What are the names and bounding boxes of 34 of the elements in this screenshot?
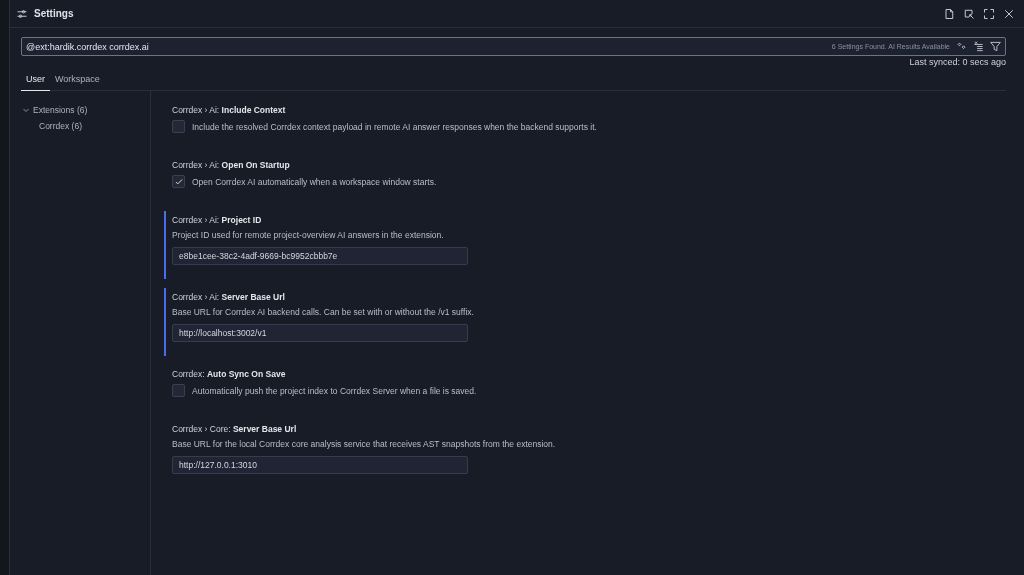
text-field[interactable]: http://localhost:3002/v1 [172, 324, 468, 342]
last-synced-text: Last synced: 0 secs ago [909, 57, 1006, 67]
clear-filter-icon[interactable] [973, 41, 984, 52]
checkmark-icon [173, 176, 184, 187]
text-field[interactable]: e8be1cee-38c2-4adf-9669-bc9952cbbb7e [172, 247, 468, 265]
setting-title: Corrdex › Ai: Project ID [172, 215, 263, 225]
search-input[interactable]: @ext:hardik.corrdex corrdex.ai [26, 41, 826, 52]
document-icon[interactable] [943, 7, 955, 20]
filter-icon[interactable] [990, 41, 1001, 52]
settings-icon [16, 7, 28, 20]
checkbox[interactable] [172, 384, 185, 397]
setting-description: Project ID used for remote project-overview AI answers in the extension. [172, 230, 445, 240]
checkbox[interactable] [172, 120, 185, 133]
setting-description: Automatically push the project index to Corrdex Server when a file is saved. [192, 385, 477, 396]
setting-description: Include the resolved Corrdex context payload in remote AI answer responses when the backend supports it. [192, 121, 597, 132]
settings-tab[interactable]: User [21, 74, 50, 91]
setting-title: Corrdex › Ai: Open On Startup [172, 160, 291, 170]
setting-title: Corrdex › Ai: Server Base Url [172, 292, 286, 302]
setting-description: Base URL for Corrdex AI backend calls. Can be set with or without the /v1 suffix. [172, 307, 474, 317]
fullscreen-icon[interactable] [983, 7, 995, 20]
setting-title: Corrdex › Ai: Include Context [172, 105, 287, 115]
setting-description: Open Corrdex AI automatically when a workspace window starts. [192, 176, 437, 187]
window-title: Settings [34, 8, 75, 19]
tree-item[interactable]: Corrdex (6) [39, 118, 150, 134]
settings-tab[interactable]: Workspace [50, 74, 105, 91]
text-field[interactable]: http://127.0.0.1:3010 [172, 456, 468, 474]
select-icon[interactable] [963, 7, 975, 20]
setting-description: Base URL for the local Corrdex core analysis service that receives AST snapshots from the extension. [172, 439, 556, 449]
sparkle-icon[interactable] [956, 41, 967, 52]
checkbox[interactable] [172, 175, 185, 188]
close-icon[interactable] [1003, 7, 1015, 20]
setting-title: Corrdex › Core: Server Base Url [172, 424, 298, 434]
tree-item[interactable]: Extensions (6) [22, 102, 150, 118]
setting-title: Corrdex: Auto Sync On Save [172, 369, 287, 379]
